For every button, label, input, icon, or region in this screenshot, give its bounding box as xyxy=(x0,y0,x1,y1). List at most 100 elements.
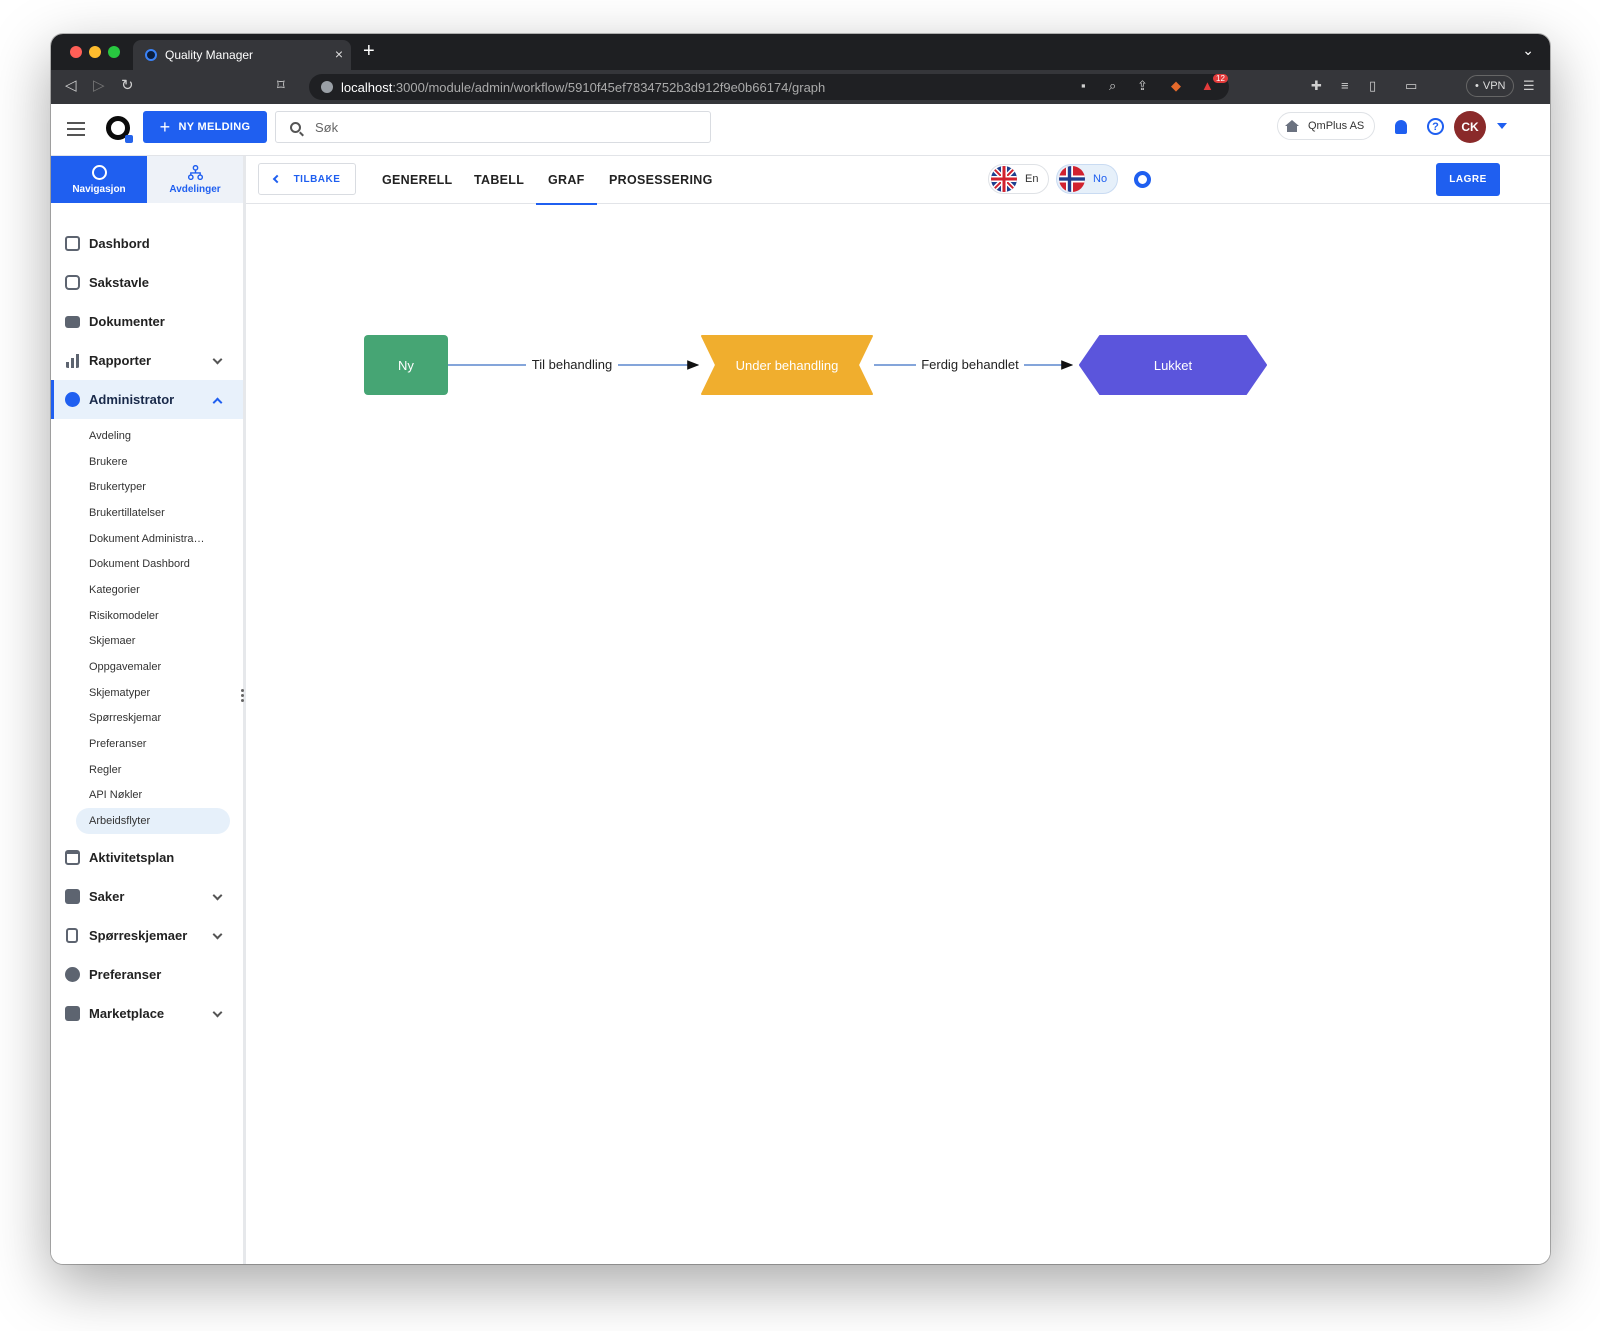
gear-icon[interactable] xyxy=(1134,171,1151,188)
minimize-window-button[interactable] xyxy=(89,46,101,58)
rewards-badge: 12 xyxy=(1213,74,1228,83)
tab-list-chevron-icon[interactable]: ⌄ xyxy=(1522,42,1534,59)
admin-subitem-skjematyper[interactable]: Skjematyper xyxy=(51,680,243,706)
sidebar-item-label: Preferanser xyxy=(89,967,162,982)
sidebar-item-label: Aktivitetsplan xyxy=(89,850,175,865)
share-icon[interactable]: ⇪ xyxy=(1137,78,1148,94)
bookmark-icon[interactable]: ⌑ xyxy=(277,76,285,94)
wallet-icon[interactable]: ▭ xyxy=(1405,78,1417,94)
sidebar-item-dashbord[interactable]: Dashbord xyxy=(51,224,243,263)
admin-subitem-preferanser[interactable]: Preferanser xyxy=(51,731,243,757)
close-window-button[interactable] xyxy=(70,46,82,58)
node-under-behandling-label: Under behandling xyxy=(736,358,839,373)
app-logo[interactable] xyxy=(106,116,133,143)
language-no-button[interactable]: No xyxy=(1056,164,1119,194)
node-under-behandling[interactable]: Under behandling xyxy=(701,335,873,395)
url-path: :3000/module/admin/workflow/5910f45ef783… xyxy=(392,79,826,95)
search-input[interactable]: Søk xyxy=(275,111,711,143)
sidebar-item-marketplace[interactable]: Marketplace xyxy=(51,994,243,1033)
compass-icon xyxy=(91,164,107,180)
browser-menu-icon[interactable]: ☰ xyxy=(1523,78,1535,94)
help-icon[interactable]: ? xyxy=(1427,118,1444,135)
sidebar-item-preferanser[interactable]: Preferanser xyxy=(51,955,243,994)
site-info-icon[interactable] xyxy=(321,81,333,93)
tab-graf[interactable]: GRAF xyxy=(536,156,597,205)
clipboard-icon xyxy=(66,928,78,943)
admin-subitem-regler[interactable]: Regler xyxy=(51,757,243,783)
save-label: LAGRE xyxy=(1449,174,1487,185)
sidebar-item-aktivitetsplan[interactable]: Aktivitetsplan xyxy=(51,838,243,877)
forward-nav-icon[interactable]: ▷ xyxy=(93,76,105,94)
node-ny[interactable]: Ny xyxy=(364,335,448,395)
sidebar-item-label: Dokumenter xyxy=(89,314,165,329)
tab-prosessering[interactable]: PROSESSERING xyxy=(609,156,713,204)
admin-subitem-label: Skjemaer xyxy=(89,635,136,648)
bell-icon[interactable] xyxy=(1395,120,1407,134)
media-icon[interactable]: ≡ xyxy=(1341,78,1349,93)
sidebar-item-label: Administrator xyxy=(89,392,175,407)
admin-subitem-brukere[interactable]: Brukere xyxy=(51,449,243,475)
user-menu-caret-icon[interactable] xyxy=(1497,123,1507,129)
reload-icon[interactable]: ↻ xyxy=(121,76,134,94)
browser-tab[interactable]: Quality Manager × xyxy=(133,40,351,70)
sidebar-item-label: Marketplace xyxy=(89,1006,165,1021)
settings-icon xyxy=(65,967,80,982)
back-nav-icon[interactable]: ◁ xyxy=(65,76,77,94)
sidebar-item-rapporter[interactable]: Rapporter xyxy=(51,341,243,380)
save-button[interactable]: LAGRE xyxy=(1436,163,1500,196)
admin-subitem-avdeling[interactable]: Avdeling xyxy=(51,423,243,449)
admin-subitem-arbeidsflyter[interactable]: Arbeidsflyter xyxy=(76,808,230,834)
sidebar-item-sporreskjemaer[interactable]: Spørreskjemaer xyxy=(51,916,243,955)
hamburger-menu-icon[interactable] xyxy=(67,122,85,136)
sidebar-tab-label: Avdelinger xyxy=(169,183,221,195)
address-bar[interactable]: localhost :3000/module/admin/workflow/59… xyxy=(309,74,1229,100)
brave-rewards-icon[interactable]: ▲ xyxy=(1201,78,1214,93)
sidebar-item-administrator[interactable]: Administrator xyxy=(51,380,243,419)
tab-generell[interactable]: GENERELL xyxy=(382,156,452,204)
tab-tabell[interactable]: TABELL xyxy=(474,156,524,204)
back-button[interactable]: TILBAKE xyxy=(258,163,356,195)
sidebar-item-sakstavle[interactable]: Sakstavle xyxy=(51,263,243,302)
browser-window: Quality Manager × + ⌄ ◁ ▷ ↻ ⌑ localhost … xyxy=(51,34,1550,1264)
admin-subitem-dokument-dashbord[interactable]: Dokument Dashbord xyxy=(51,551,243,577)
sidebar-tabs: Navigasjon Avdelinger xyxy=(51,156,243,203)
chevron-up-icon xyxy=(212,397,223,408)
company-selector[interactable]: QmPlus AS xyxy=(1277,112,1376,140)
tab-label: PROSESSERING xyxy=(609,173,713,187)
maximize-window-button[interactable] xyxy=(108,46,120,58)
new-tab-button[interactable]: + xyxy=(363,40,375,63)
admin-subitem-risikomodeler[interactable]: Risikomodeler xyxy=(51,603,243,629)
sidebar-tab-avdelinger[interactable]: Avdelinger xyxy=(147,156,243,203)
admin-subitem-sporreskjemar[interactable]: Spørreskjemar xyxy=(51,706,243,732)
language-en-button[interactable]: En xyxy=(988,164,1050,194)
search-placeholder: Søk xyxy=(315,119,339,135)
admin-subitem-kategorier[interactable]: Kategorier xyxy=(51,577,243,603)
sidebar-item-saker[interactable]: Saker xyxy=(51,877,243,916)
folder-icon xyxy=(65,316,80,328)
sidebar-toggle-icon[interactable]: ▯ xyxy=(1369,78,1376,94)
avatar[interactable]: CK xyxy=(1454,111,1486,143)
zoom-icon[interactable]: ⌕ xyxy=(1109,78,1116,94)
admin-subitem-oppgavemaler[interactable]: Oppgavemaler xyxy=(51,654,243,680)
vpn-button[interactable]: • VPN xyxy=(1466,75,1515,97)
admin-subitem-dokument-administrasjon[interactable]: Dokument Administra… xyxy=(51,526,243,552)
sidebar-item-dokumenter[interactable]: Dokumenter xyxy=(51,302,243,341)
admin-subitem-skjemaer[interactable]: Skjemaer xyxy=(51,629,243,655)
sidebar-item-label: Rapporter xyxy=(89,353,152,368)
node-lukket-label: Lukket xyxy=(1154,358,1193,373)
close-tab-icon[interactable]: × xyxy=(335,46,343,62)
admin-subitem-brukertillatelser[interactable]: Brukertillatelser xyxy=(51,500,243,526)
dashboard-icon xyxy=(65,236,80,251)
new-message-button[interactable]: + NY MELDING xyxy=(143,111,267,143)
admin-subitem-label: Skjematyper xyxy=(89,686,151,699)
brave-shield-icon[interactable]: ◆ xyxy=(1171,78,1181,94)
extensions-icon[interactable]: ✚ xyxy=(1311,78,1322,94)
admin-subitem-api-nokler[interactable]: API Nøkler xyxy=(51,783,243,809)
sidebar-tab-navigasjon[interactable]: Navigasjon xyxy=(51,156,147,203)
node-lukket[interactable]: Lukket xyxy=(1079,335,1267,395)
sidebar-item-label: Dashbord xyxy=(89,236,150,251)
admin-subitem-brukertyper[interactable]: Brukertyper xyxy=(51,474,243,500)
camera-icon[interactable]: ▪ xyxy=(1081,78,1086,93)
home-icon xyxy=(1285,120,1299,132)
browser-toolbar: ◁ ▷ ↻ ⌑ localhost :3000/module/admin/wor… xyxy=(51,70,1550,104)
